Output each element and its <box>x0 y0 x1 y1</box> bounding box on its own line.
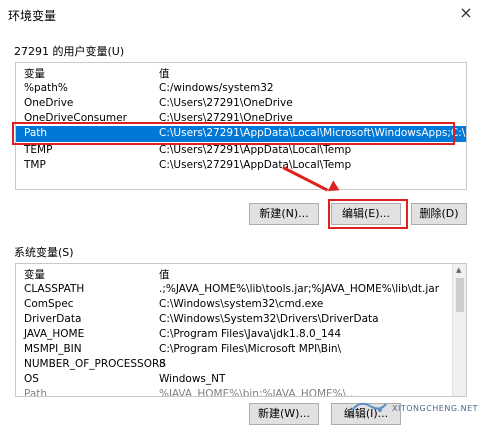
user-var-row[interactable]: %path% C:/windows/system32 <box>16 81 466 95</box>
sys-var-row[interactable]: OS Windows_NT <box>16 372 466 386</box>
watermark-text: XITONGCHENG.NET <box>392 404 479 413</box>
system-vars-list[interactable]: 变量 值 CLASSPATH .;%JAVA_HOME%\lib\tools.j… <box>15 263 467 397</box>
system-vars-label: 系统变量(S) <box>14 246 74 259</box>
sys-var-row[interactable]: MSMPI_BIN C:\Program Files\Microsoft MPI… <box>16 342 466 356</box>
user-new-button[interactable]: 新建(N)... <box>249 203 319 225</box>
user-vars-header: 变量 值 <box>16 63 466 80</box>
var-value: C:\Windows\System32\Drivers\DriverData <box>159 313 379 325</box>
user-var-row[interactable]: TEMP C:\Users\27291\AppData\Local\Temp <box>16 143 466 157</box>
var-name: OS <box>24 373 39 385</box>
system-new-button[interactable]: 新建(W)... <box>249 403 319 425</box>
sys-var-row[interactable]: DriverData C:\Windows\System32\Drivers\D… <box>16 312 466 326</box>
scroll-thumb[interactable] <box>456 278 464 312</box>
var-name: MSMPI_BIN <box>24 343 82 355</box>
scroll-up-icon[interactable]: ▲ <box>456 266 461 274</box>
user-var-row[interactable]: TMP C:\Users\27291\AppData\Local\Temp <box>16 158 466 172</box>
var-value: .;%JAVA_HOME%\lib\tools.jar;%JAVA_HOME%\… <box>159 283 440 295</box>
sys-var-row[interactable]: ComSpec C:\Windows\system32\cmd.exe <box>16 297 466 311</box>
system-vars-scrollbar[interactable]: ▲ <box>452 264 466 396</box>
sys-var-row[interactable]: JAVA_HOME C:\Program Files\Java\jdk1.8.0… <box>16 327 466 341</box>
var-value: C:\Users\27291\OneDrive <box>159 97 293 109</box>
var-value: C:\Windows\system32\cmd.exe <box>159 298 324 310</box>
user-var-row[interactable]: OneDrive C:\Users\27291\OneDrive <box>16 96 466 110</box>
var-name: Path <box>24 388 48 397</box>
close-icon[interactable]: × <box>457 4 475 22</box>
header-value: 值 <box>159 68 170 80</box>
title-bar: 环境变量 × <box>0 0 483 30</box>
user-vars-label: 27291 的用户变量(U) <box>14 45 125 58</box>
system-vars-header: 变量 值 <box>16 264 466 281</box>
var-name: %path% <box>24 82 68 94</box>
sys-var-row[interactable]: CLASSPATH .;%JAVA_HOME%\lib\tools.jar;%J… <box>16 282 466 296</box>
var-value: 8 <box>159 358 166 370</box>
var-value: Windows_NT <box>159 373 226 385</box>
watermark-logo-icon <box>351 402 387 412</box>
header-variable: 变量 <box>24 68 45 80</box>
var-name: NUMBER_OF_PROCESSORS <box>24 358 166 370</box>
sys-var-row[interactable]: NUMBER_OF_PROCESSORS 8 <box>16 357 466 371</box>
window-title: 环境变量 <box>8 9 57 23</box>
user-delete-button[interactable]: 删除(D) <box>411 203 467 225</box>
var-name: TEMP <box>24 144 53 156</box>
var-value: C:\Program Files\Microsoft MPI\Bin\ <box>159 343 342 355</box>
var-name: DriverData <box>24 313 82 325</box>
var-value: C:\Users\27291\AppData\Local\Temp <box>159 159 352 171</box>
highlight-edit-button <box>328 199 408 229</box>
var-value: C:\Program Files\Java\jdk1.8.0_144 <box>159 328 342 340</box>
var-name: TMP <box>24 159 46 171</box>
var-name: CLASSPATH <box>24 283 85 295</box>
sys-var-row[interactable]: Path %JAVA_HOME%\bin;%JAVA_HOME%\... <box>16 387 466 397</box>
header-value: 值 <box>159 269 170 281</box>
var-value: C:\Users\27291\AppData\Local\Temp <box>159 144 352 156</box>
header-variable: 变量 <box>24 269 45 281</box>
var-name: JAVA_HOME <box>24 328 85 340</box>
highlight-path-row <box>12 122 455 145</box>
var-value: %JAVA_HOME%\bin;%JAVA_HOME%\... <box>159 388 357 397</box>
var-name: OneDrive <box>24 97 74 109</box>
var-name: ComSpec <box>24 298 74 310</box>
var-value: C:/windows/system32 <box>159 82 274 94</box>
